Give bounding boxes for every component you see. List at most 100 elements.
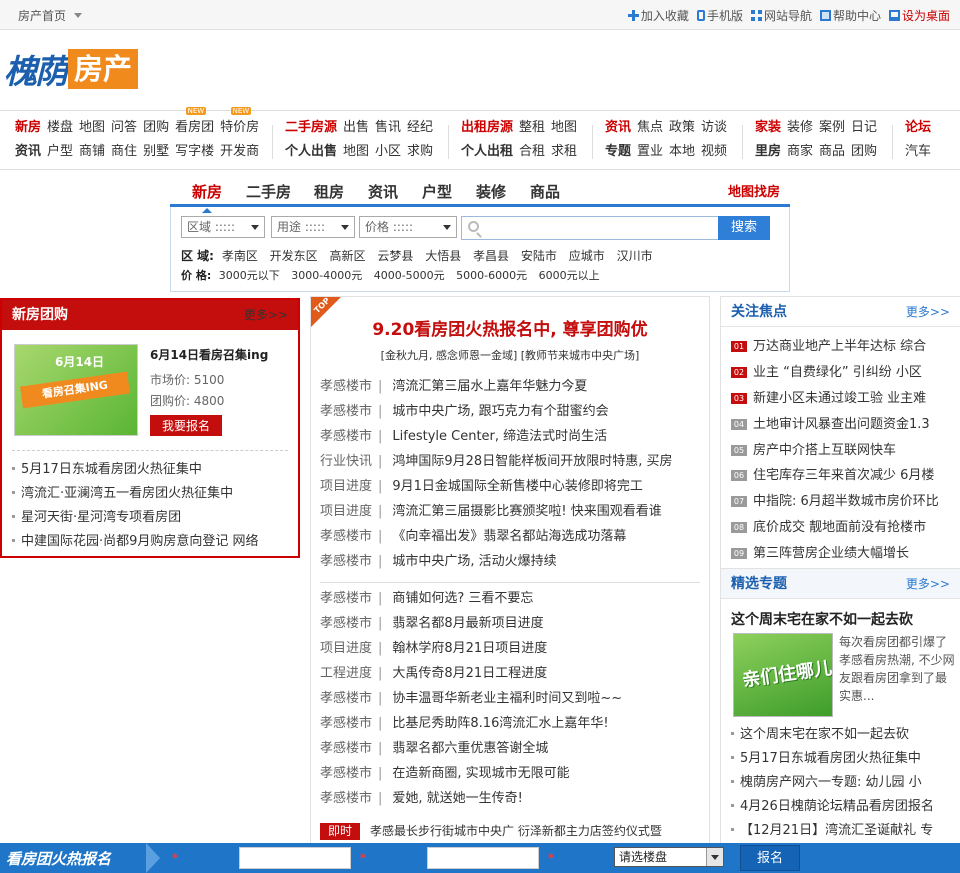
area-option[interactable]: 孝南区 [222, 249, 258, 263]
channel-link[interactable]: 求租 [551, 141, 577, 165]
channel-link[interactable]: 家装 [755, 117, 781, 141]
home-dropdown[interactable]: 房产首页 [18, 7, 83, 24]
help-link[interactable]: 帮助中心 [819, 7, 881, 24]
area-option[interactable]: 孝昌县 [473, 249, 509, 263]
channel-link[interactable]: 焦点 [637, 117, 663, 141]
news-item[interactable]: 项目进度 | 9月1日金城国际全新售楼中心装修即将完工 [320, 474, 710, 499]
focus-item[interactable]: 02 业主 “自费绿化” 引纠纷 小区 [731, 360, 960, 386]
channel-link[interactable]: 商品 [819, 141, 845, 165]
channel-link[interactable]: 资讯 [605, 117, 631, 141]
list-item[interactable]: 这个周末宅在家不如一起去砍 [731, 723, 960, 747]
channel-link[interactable]: 专题 [605, 141, 631, 165]
channel-link[interactable]: 置业 [637, 141, 663, 165]
area-option[interactable]: 汉川市 [617, 249, 653, 263]
tab-news[interactable]: 资讯 [368, 181, 398, 202]
channel-link[interactable]: 个人出租 [461, 141, 513, 165]
feature-image[interactable]: 亲们住哪儿 [733, 633, 833, 717]
channel-link[interactable]: 团购 [143, 117, 169, 141]
news-item[interactable]: 孝感楼市 | 协丰温哥华新老业主福利时间又到啦~~ [320, 686, 710, 711]
channel-link[interactable]: 楼盘 [47, 117, 73, 141]
name-input[interactable] [239, 847, 351, 869]
channel-link[interactable]: 出售 [343, 117, 369, 141]
focus-item[interactable]: 09 第三阵营房企业绩大幅增长 [731, 541, 960, 567]
list-item[interactable]: 5月17日东城看房团火热征集中 [12, 458, 292, 482]
channel-link[interactable]: 商铺 [79, 141, 105, 165]
news-item[interactable]: 孝感楼市 | 《向幸福出发》翡翠名都站海选成功落幕 [320, 524, 710, 549]
news-item[interactable]: 孝感楼市 | 城市中央广场, 跟巧克力有个甜蜜约会 [320, 399, 710, 424]
focus-item[interactable]: 05 房产中介搭上互联网快车 [731, 438, 960, 464]
channel-link[interactable]: 合租 [519, 141, 545, 165]
area-option[interactable]: 开发东区 [270, 249, 318, 263]
focus-item[interactable]: 06 住宅库存三年来首次减少 6月楼 [731, 463, 960, 489]
news-item[interactable]: 孝感楼市 | 湾流汇第三届水上嘉年华魅力今夏 [320, 374, 710, 399]
focus-item[interactable]: 07 中指院: 6月超半数城市房价环比 [731, 489, 960, 515]
add-favorite-link[interactable]: 加入收藏 [627, 7, 689, 24]
channel-link[interactable]: 售讯 [375, 117, 401, 141]
group-buy-more-link[interactable]: 更多>> [244, 300, 288, 330]
flash-text[interactable]: 孝感最长步行街城市中央广 衍泽新都主力店签约仪式暨 [370, 824, 662, 838]
channel-link[interactable]: 地图 [343, 141, 369, 165]
channel-link[interactable]: 视频 [701, 141, 727, 165]
usage-select[interactable]: 用途 ::::: [271, 216, 355, 238]
group-buy-image[interactable]: 6月14日 看房召集ING [14, 344, 138, 436]
area-option[interactable]: 云梦县 [377, 249, 413, 263]
site-logo[interactable]: 槐荫 房产 [4, 46, 139, 92]
focus-more-link[interactable]: 更多>> [906, 297, 950, 327]
building-select[interactable]: 请选楼盘 [614, 847, 724, 867]
list-item[interactable]: 【12月21日】湾流汇圣诞献礼 专 [731, 819, 960, 843]
phone-input[interactable] [427, 847, 539, 869]
focus-item[interactable]: 01 万达商业地产上半年达标 综合 [731, 334, 960, 360]
focus-item[interactable]: 04 土地审计风暴查出问题资金1.3 [731, 412, 960, 438]
list-item[interactable]: 5月17日东城看房团火热征集中 [731, 747, 960, 771]
channel-link[interactable]: 商家 [787, 141, 813, 165]
tab-goods[interactable]: 商品 [530, 181, 560, 202]
news-item[interactable]: 行业快讯 | 鸿坤国际9月28日智能样板间开放限时特惠, 买房 [320, 449, 710, 474]
map-search-link[interactable]: 地图找房 [728, 181, 780, 200]
mobile-link[interactable]: 手机版 [696, 7, 743, 24]
search-button[interactable]: 搜索 [718, 216, 770, 240]
news-item[interactable]: 孝感楼市 | 商铺如何选? 三看不要忘 [320, 586, 710, 611]
channel-link[interactable]: 户型 [47, 141, 73, 165]
tab-rent[interactable]: 租房 [314, 181, 344, 202]
area-option[interactable]: 高新区 [330, 249, 366, 263]
channel-link[interactable]: 求购 [407, 141, 433, 165]
tab-secondhand[interactable]: 二手房 [246, 181, 291, 202]
feature-title[interactable]: 这个周末宅在家不如一起去砍 [731, 609, 913, 629]
channel-link[interactable]: 商住 [111, 141, 137, 165]
tab-layout[interactable]: 户型 [422, 181, 452, 202]
channel-link[interactable]: 团购 [851, 141, 877, 165]
list-item[interactable]: 湾流汇·亚澜湾五一看房团火热征集中 [12, 482, 292, 506]
news-item[interactable]: 孝感楼市 | 爱她, 就送她一生传奇! [320, 786, 710, 811]
focus-item[interactable]: 08 底价成交 靓地面前没有抢楼市 [731, 515, 960, 541]
channel-link[interactable]: 访谈 [701, 117, 727, 141]
news-item[interactable]: 孝感楼市 | 翡翠名都8月最新项目进度 [320, 611, 710, 636]
area-select[interactable]: 区域 ::::: [181, 216, 265, 238]
price-option[interactable]: 5000-6000元 [456, 269, 527, 282]
site-nav-link[interactable]: 网站导航 [750, 7, 812, 24]
price-option[interactable]: 3000元以下 [219, 269, 280, 282]
topic-more-link[interactable]: 更多>> [906, 569, 950, 599]
channel-link[interactable]: 个人出售 [285, 141, 337, 165]
search-input[interactable] [484, 219, 714, 237]
channel-link[interactable]: 本地 [669, 141, 695, 165]
news-item[interactable]: 工程进度 | 大禹传奇8月21日工程进度 [320, 661, 710, 686]
price-option[interactable]: 4000-5000元 [374, 269, 445, 282]
channel-link[interactable]: 政策 [669, 117, 695, 141]
channel-link[interactable]: 问答 [111, 117, 137, 141]
channel-link[interactable]: 写字楼 [175, 141, 214, 165]
set-desktop-link[interactable]: 设为桌面 [888, 7, 950, 24]
news-item[interactable]: 项目进度 | 湾流汇第三届摄影比赛颁奖啦! 快来围观看看谁 [320, 499, 710, 524]
channel-link-tejiafang[interactable]: NEW 特价房 [220, 107, 259, 141]
tab-decoration[interactable]: 装修 [476, 181, 506, 202]
channel-link[interactable]: 日记 [851, 117, 877, 141]
list-item[interactable]: 4月26日槐荫论坛精品看房团报名 [731, 795, 960, 819]
channel-link[interactable]: 里房 [755, 141, 781, 165]
list-item[interactable]: 槐荫房产网六一专题: 幼儿园 小 [731, 771, 960, 795]
channel-link[interactable]: 案例 [819, 117, 845, 141]
news-item[interactable]: 孝感楼市 | Lifestyle Center, 缔造法式时尚生活 [320, 424, 710, 449]
focus-item[interactable]: 03 新建小区未通过竣工验 业主难 [731, 386, 960, 412]
channel-link-kanfangtuan[interactable]: NEW 看房团 [175, 107, 214, 141]
area-option[interactable]: 应城市 [569, 249, 605, 263]
channel-link[interactable]: 小区 [375, 141, 401, 165]
price-option[interactable]: 3000-4000元 [291, 269, 362, 282]
